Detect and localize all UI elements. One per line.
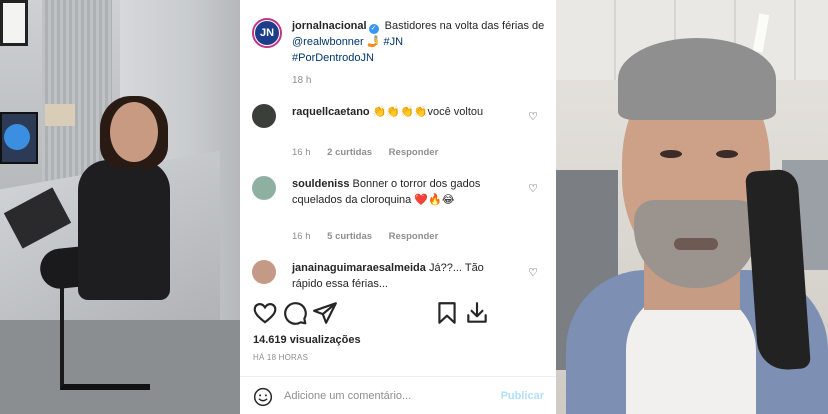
comment-time: 16 h	[292, 231, 311, 242]
lamp	[45, 104, 75, 126]
comment-username[interactable]: souldeniss	[292, 178, 349, 190]
mouth	[674, 238, 718, 250]
comment-body: 👏👏👏👏você voltou	[372, 106, 484, 118]
right-photo-selfie	[556, 0, 828, 414]
like-heart-icon[interactable]	[252, 300, 278, 326]
comment-meta: 16 h 5 curtidas Responder	[292, 231, 452, 242]
instagram-post-panel: JN jornalnacional ✓ Bastidores na volta d…	[240, 0, 556, 414]
comment-avatar[interactable]	[252, 104, 276, 128]
person-face	[110, 102, 158, 162]
post-username[interactable]: jornalnacional	[292, 20, 367, 32]
comment-avatar[interactable]	[252, 176, 276, 200]
share-send-icon[interactable]	[312, 300, 338, 326]
comment-likes[interactable]: 2 curtidas	[327, 147, 372, 158]
emoji-icon[interactable]	[253, 387, 273, 407]
comment-time: 16 h	[292, 147, 311, 158]
comment-text: souldeniss Bonner o torror dos gados cqu…	[292, 176, 504, 208]
comment-text: janainaguimaraesalmeida Já??... Tão rápi…	[292, 260, 504, 290]
mention-link[interactable]: @realwbonner	[292, 36, 364, 48]
comment-text: raquellcaetano 👏👏👏👏você voltou	[292, 104, 504, 120]
reply-button[interactable]: Responder	[389, 147, 439, 158]
caption-body: Bastidores na volta das férias de	[384, 20, 545, 32]
post-timestamp: HÁ 18 HORAS	[253, 353, 309, 362]
comment-item: raquellcaetano 👏👏👏👏você voltou ♡ 16 h 2 …	[252, 104, 548, 164]
globo-logo	[4, 124, 30, 150]
like-heart-icon[interactable]: ♡	[528, 266, 538, 279]
eye	[716, 150, 738, 158]
comment-item: janainaguimaraesalmeida Já??... Tão rápi…	[252, 260, 548, 290]
caption-emoji: 🤳	[366, 36, 381, 48]
comment-avatar[interactable]	[252, 260, 276, 284]
left-photo-newsroom	[0, 0, 240, 414]
hashtag-link[interactable]: #PorDentrodoJN	[292, 52, 374, 64]
eye	[660, 150, 682, 158]
comment-item: souldeniss Bonner o torror dos gados cqu…	[252, 176, 548, 246]
add-comment-bar: Adicione um comentário... Publicar	[240, 376, 556, 414]
caption-timestamp: 18 h	[292, 75, 312, 86]
comment-username[interactable]: raquellcaetano	[292, 106, 370, 118]
like-heart-icon[interactable]: ♡	[528, 110, 538, 123]
comment-username[interactable]: janainaguimaraesalmeida	[292, 262, 426, 274]
hashtag-link[interactable]: #JN	[384, 36, 404, 48]
reply-button[interactable]: Responder	[389, 231, 439, 242]
caption-text: jornalnacional ✓ Bastidores na volta das …	[292, 18, 548, 66]
comment-meta: 16 h 2 curtidas Responder	[292, 147, 452, 158]
like-heart-icon[interactable]: ♡	[528, 182, 538, 195]
post-actions-bar	[240, 298, 556, 328]
comment-bubble-icon[interactable]	[282, 300, 308, 326]
account-avatar[interactable]: JN	[252, 18, 282, 48]
person-body	[78, 160, 170, 300]
download-icon[interactable]	[464, 300, 490, 326]
picture-frame	[0, 0, 28, 46]
post-caption: JN jornalnacional ✓ Bastidores na volta d…	[252, 18, 548, 66]
avatar-logo: JN	[255, 21, 279, 45]
save-bookmark-icon[interactable]	[434, 300, 460, 326]
view-count: 14.619 visualizações	[253, 334, 361, 346]
comment-input[interactable]: Adicione um comentário...	[284, 390, 411, 402]
verified-badge-icon: ✓	[368, 24, 379, 34]
grey-hair	[618, 38, 776, 120]
comment-likes[interactable]: 5 curtidas	[327, 231, 372, 242]
publish-button[interactable]: Publicar	[501, 390, 544, 402]
